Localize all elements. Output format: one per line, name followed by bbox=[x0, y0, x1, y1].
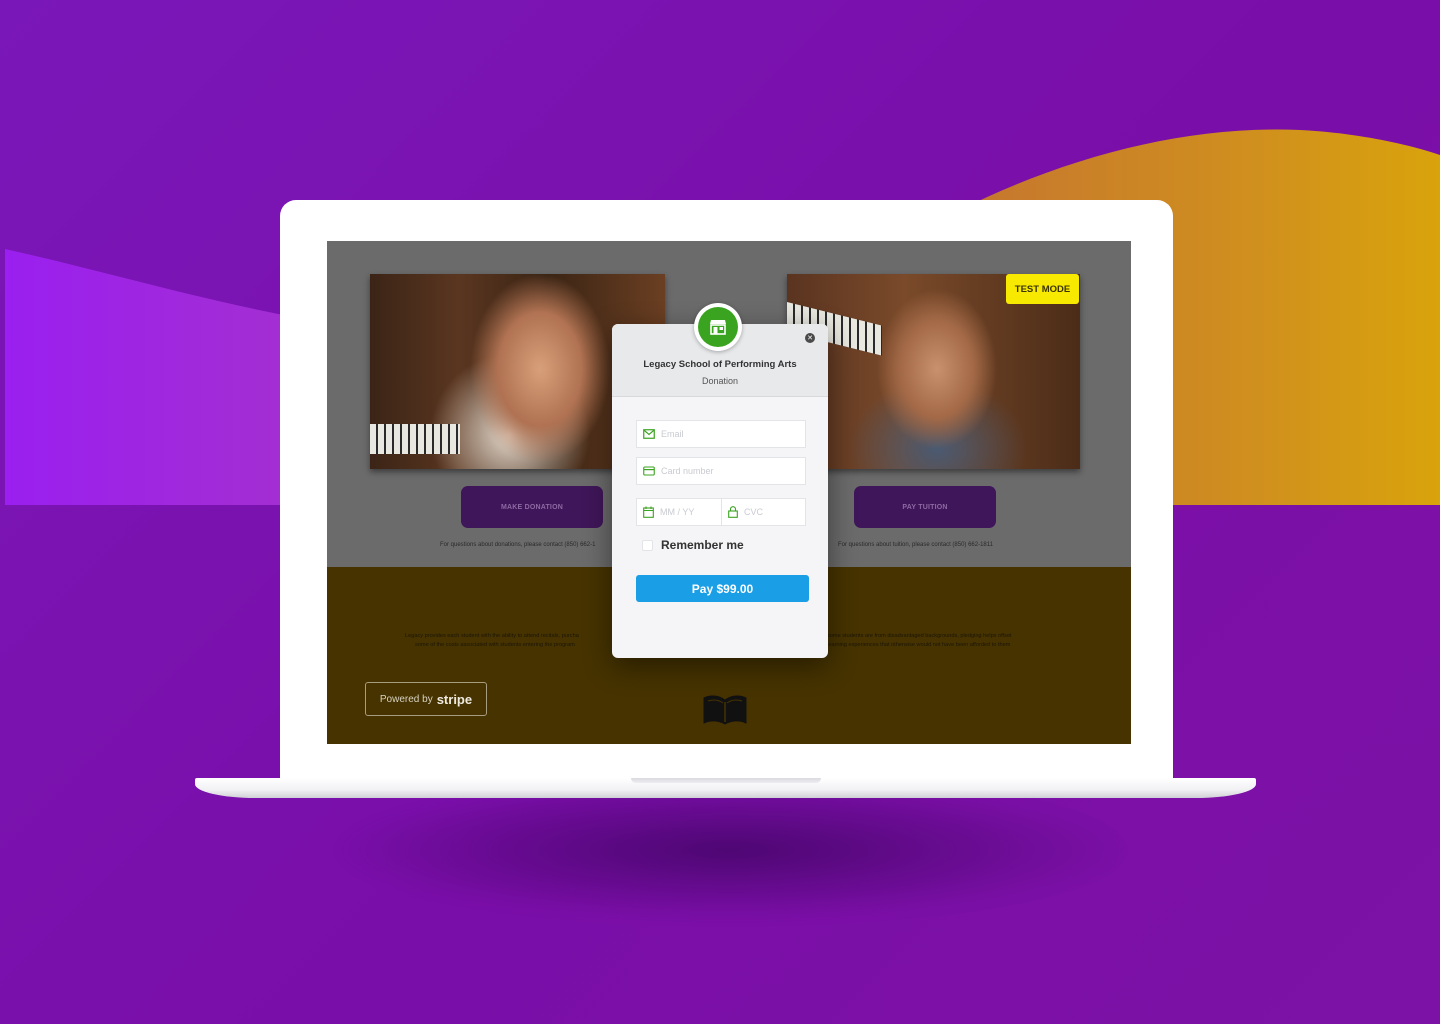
laptop-notch bbox=[631, 778, 821, 783]
about-line: Legacy provides each student with the ab… bbox=[405, 633, 579, 639]
remember-me-checkbox[interactable] bbox=[642, 539, 653, 551]
expiry-placeholder: MM / YY bbox=[660, 507, 695, 517]
calendar-icon bbox=[643, 506, 654, 518]
storefront-icon bbox=[710, 320, 726, 335]
merchant-logo bbox=[694, 303, 742, 351]
tuition-contact-text: For questions about tuition, please cont… bbox=[838, 542, 993, 548]
laptop-shadow bbox=[330, 780, 1130, 920]
pay-button[interactable]: Pay $99.00 bbox=[636, 575, 809, 602]
about-line: some students are from disadvantaged bac… bbox=[827, 633, 1012, 639]
expiry-field[interactable]: MM / YY bbox=[636, 498, 722, 526]
stripe-brand-label: stripe bbox=[436, 691, 473, 707]
card-number-placeholder: Card number bbox=[661, 466, 714, 476]
donation-contact-text: For questions about donations, please co… bbox=[440, 542, 596, 548]
envelope-icon bbox=[643, 429, 655, 439]
cvc-placeholder: CVC bbox=[744, 507, 764, 517]
remember-me-label: Remember me bbox=[661, 538, 744, 552]
piano-keys bbox=[370, 424, 460, 454]
credit-card-icon bbox=[643, 466, 655, 476]
lock-icon bbox=[728, 506, 738, 518]
email-placeholder: Email bbox=[661, 429, 684, 439]
about-text-right: some students are from disadvantaged bac… bbox=[827, 632, 1057, 650]
powered-by-label: Powered by bbox=[379, 693, 433, 705]
close-icon[interactable]: ✕ bbox=[805, 333, 815, 343]
checkout-description: Donation bbox=[701, 376, 739, 386]
email-field[interactable]: Email bbox=[636, 420, 806, 448]
cvc-field[interactable]: CVC bbox=[721, 498, 806, 526]
make-donation-button[interactable]: MAKE DONATION bbox=[461, 486, 603, 528]
open-book-icon bbox=[703, 695, 747, 725]
pay-tuition-button[interactable]: PAY TUITION bbox=[854, 486, 996, 528]
card-number-field[interactable]: Card number bbox=[636, 457, 806, 485]
merchant-name: Legacy School of Performing Arts bbox=[643, 359, 797, 370]
test-mode-badge: TEST MODE bbox=[1006, 274, 1079, 304]
remember-me-row[interactable]: Remember me bbox=[636, 531, 806, 559]
about-line: some of the costs associated with studen… bbox=[415, 642, 575, 648]
stripe-checkout-modal: ✕ Legacy School of Performing Arts Donat… bbox=[612, 324, 828, 658]
about-text-left: Legacy provides each student with the ab… bbox=[405, 632, 615, 650]
about-line: learning experiences that otherwise woul… bbox=[827, 642, 1011, 648]
powered-by-stripe-badge[interactable]: Powered by stripe bbox=[365, 682, 487, 716]
